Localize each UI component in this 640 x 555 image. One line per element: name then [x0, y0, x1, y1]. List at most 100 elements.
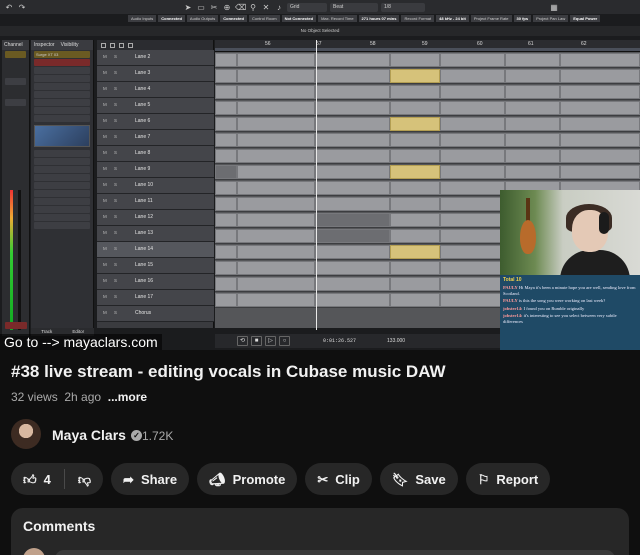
like-count: 4	[43, 471, 51, 487]
mute-tool-icon: ✕	[262, 2, 270, 12]
audio-event	[440, 133, 505, 147]
lane	[215, 148, 640, 164]
channel-settings	[5, 78, 26, 85]
track-row: M S Lane 3	[97, 66, 214, 82]
lane	[215, 52, 640, 68]
like-button[interactable]: 👍︎ 4	[23, 472, 51, 487]
mute-solo-buttons: M S	[103, 294, 121, 299]
channel-track-chip	[5, 322, 27, 329]
erase-tool-icon: ⌫	[235, 2, 247, 12]
track-row: M S Lane 9	[97, 162, 214, 178]
audio-event	[560, 117, 640, 131]
audio-event	[440, 229, 505, 243]
inspector-row	[34, 174, 90, 181]
chat-text: is this the song you were working on las…	[518, 298, 606, 303]
track-controls	[34, 59, 90, 66]
video-meta[interactable]: 32 views 2h ago ...more	[11, 390, 147, 404]
channel-name-chip	[5, 51, 26, 58]
audio-event	[237, 165, 315, 179]
audio-event	[237, 261, 315, 275]
clip-button[interactable]: ✂ Clip	[305, 463, 372, 495]
zoom-tool-icon: ⚲	[250, 2, 256, 12]
track-name: Lane 13	[135, 230, 154, 236]
audio-event	[215, 101, 237, 115]
track-row: M S Lane 17	[97, 290, 214, 306]
status-chip: Equal Power	[570, 15, 601, 22]
track-name: Lane 9	[135, 166, 151, 172]
video-player[interactable]: ↶ ↷ ➤ ▭ ✂ ⊕ ⌫ ⚲ ✕ ♪ Grid Beat 1/8 ▦ Audi…	[0, 0, 640, 350]
user-avatar	[23, 548, 45, 555]
streamer-body	[560, 250, 630, 275]
webcam-overlay	[500, 190, 640, 275]
chat-message: jobster14: it's interesting to see you s…	[503, 313, 637, 324]
inspector-row	[34, 214, 90, 221]
ruler-bar-label: 56	[265, 41, 271, 47]
ruler-bar-label: 59	[422, 41, 428, 47]
audio-event	[215, 213, 237, 227]
chat-user: jobster14:	[503, 305, 523, 311]
chat-user: PAULY	[503, 285, 518, 290]
channel-name-row[interactable]: Maya Clars ✓	[52, 427, 142, 443]
thumbs-down-icon[interactable]: 👎︎	[78, 473, 91, 486]
channel-name[interactable]: Maya Clars	[52, 427, 126, 443]
audio-event	[505, 101, 560, 115]
range-tool-icon: ▭	[197, 2, 205, 12]
mute-solo-buttons: M S	[103, 214, 121, 219]
mute-solo-buttons: M S	[103, 198, 121, 203]
save-button[interactable]: 🔖︎ Save	[379, 463, 458, 495]
lane	[215, 116, 640, 132]
track-row: M S Lane 15	[97, 258, 214, 274]
ruler-bar-label: 60	[477, 41, 483, 47]
inspector-row	[34, 91, 90, 98]
audio-event	[440, 85, 505, 99]
inspector-row	[34, 158, 90, 165]
mute-solo-buttons: M S	[103, 182, 121, 187]
chat-text: Hi Maya it's been a minute hope you are …	[503, 285, 636, 296]
channel-settings	[5, 99, 26, 106]
report-button[interactable]: ⚐ Report	[465, 463, 551, 495]
track-list: M S Lane 2 M S Lane 3 M S Lane 4 M S Lane 5 M S L…	[97, 40, 214, 328]
track-name: Lane 4	[135, 86, 151, 92]
inspector-row	[34, 190, 90, 197]
track-name: Lane 2	[135, 54, 151, 60]
lane	[215, 132, 640, 148]
status-chip: Record Format	[401, 15, 435, 22]
undo-icon: ↶	[5, 2, 13, 12]
status-chip: Project Pan Law	[533, 15, 569, 22]
audio-event	[237, 197, 315, 211]
channel-avatar[interactable]	[11, 419, 41, 449]
audio-event	[440, 165, 505, 179]
audio-event	[215, 197, 237, 211]
comment-input[interactable]	[55, 550, 615, 555]
chat-text: I found you on Rumble originally	[523, 305, 585, 311]
ruler-bar-label: 62	[581, 41, 587, 47]
subscriber-count: 1.72K	[142, 429, 174, 443]
more-link[interactable]: ...more	[108, 390, 147, 404]
track-name: Lane 8	[135, 150, 151, 156]
track-name: Lane 14	[135, 246, 154, 252]
audio-event	[215, 229, 237, 243]
audio-event	[390, 261, 440, 275]
speaker-icon: ♪	[277, 2, 281, 12]
share-button[interactable]: ➦ Share	[111, 463, 190, 495]
track-row: M S Lane 11	[97, 194, 214, 210]
chat-total: Total 10	[503, 277, 522, 283]
inspector-row	[34, 99, 90, 106]
audio-event	[315, 117, 390, 131]
lane	[215, 100, 640, 116]
audio-event	[560, 53, 640, 67]
audio-event	[390, 101, 440, 115]
inspector-row	[34, 107, 90, 114]
inspector-panel: Inspector Visibility Surge XT 03 Track E…	[31, 40, 94, 336]
track-list-header	[97, 40, 213, 50]
audio-event	[237, 181, 315, 195]
mute-solo-buttons: M S	[103, 230, 121, 235]
audio-event	[505, 133, 560, 147]
inspector-row	[34, 166, 90, 173]
ruler-bar-label: 58	[370, 41, 376, 47]
promote-button[interactable]: 📣︎ Promote	[197, 463, 298, 495]
audio-event	[390, 149, 440, 163]
audio-event	[390, 85, 440, 99]
audio-event	[505, 149, 560, 163]
timeline-ruler: 56 57 58 59 60 61 62	[215, 40, 640, 52]
